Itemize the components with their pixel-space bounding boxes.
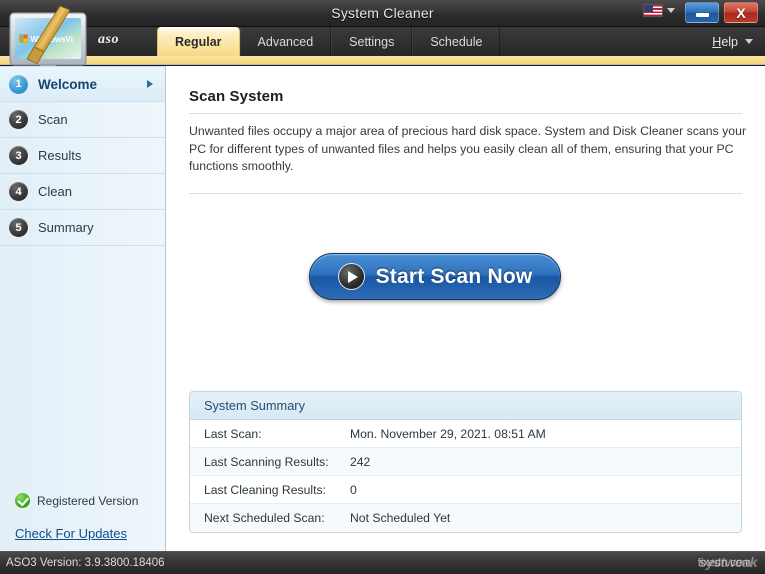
sidebar-item-summary[interactable]: 5 Summary [0, 210, 165, 246]
chevron-down-icon [745, 39, 753, 44]
minimize-button[interactable] [685, 2, 719, 23]
tab-advanced-label: Advanced [258, 35, 314, 49]
step-number-badge: 5 [9, 218, 28, 237]
registration-label: Registered Version [37, 494, 138, 508]
tab-settings-label: Settings [349, 35, 394, 49]
body-container: 1 Welcome 2 Scan 3 Results 4 Clean 5 Sum… [0, 66, 765, 551]
play-icon [338, 263, 365, 290]
sidebar-item-label: Clean [38, 184, 72, 199]
us-flag-icon [643, 4, 663, 17]
check-for-updates-link[interactable]: Check For Updates [0, 526, 166, 541]
sidebar-item-results[interactable]: 3 Results [0, 138, 165, 174]
start-scan-button-label: Start Scan Now [376, 265, 533, 289]
version-label: ASO3 Version: 3.9.3800.18406 [6, 552, 165, 574]
registration-status: Registered Version [0, 493, 166, 508]
sidebar-item-scan[interactable]: 2 Scan [0, 102, 165, 138]
help-menu-label: Help [712, 35, 738, 49]
sidebar-item-label: Welcome [38, 77, 97, 92]
status-bar: ASO3 Version: 3.9.3800.18406 systweak fi… [0, 551, 765, 574]
system-summary-panel: System Summary Last Scan: Mon. November … [189, 391, 742, 533]
language-selector[interactable] [643, 4, 675, 17]
page-title: Scan System [189, 88, 283, 105]
row-value: 242 [350, 455, 370, 469]
chevron-down-icon [667, 8, 675, 13]
sidebar-item-label: Summary [38, 220, 94, 235]
help-menu[interactable]: Help [712, 27, 753, 56]
header-bar: aso Regular Advanced Settings Schedule H… [0, 27, 765, 56]
sidebar-item-label: Results [38, 148, 81, 163]
tab-regular[interactable]: Regular [157, 27, 240, 56]
page-description: Unwanted files occupy a major area of pr… [189, 123, 747, 176]
start-scan-button[interactable]: Start Scan Now [309, 253, 561, 300]
tab-regular-label: Regular [175, 35, 222, 49]
row-label: Last Scanning Results: [190, 455, 350, 469]
row-value: Mon. November 29, 2021. 08:51 AM [350, 427, 546, 441]
tab-schedule-label: Schedule [430, 35, 482, 49]
brand-label: aso [98, 32, 119, 48]
row-label: Last Cleaning Results: [190, 483, 350, 497]
step-number-badge: 4 [9, 182, 28, 201]
chevron-right-icon [147, 80, 153, 88]
close-button[interactable]: X [724, 2, 758, 23]
row-label: Next Scheduled Scan: [190, 511, 350, 525]
main-content: Scan System Unwanted files occupy a majo… [167, 66, 765, 551]
help-accel: H [712, 35, 721, 49]
title-bar: System Cleaner X [0, 0, 765, 27]
sidebar-item-welcome[interactable]: 1 Welcome [0, 66, 165, 102]
divider-bottom [189, 193, 742, 194]
step-number-badge: 3 [9, 146, 28, 165]
application-window: System Cleaner X aso Regular Advanced [0, 0, 765, 574]
watermark-brand: systweak [699, 554, 757, 570]
help-rest: elp [721, 35, 738, 49]
watermark-domain: fixedn.com [698, 557, 751, 569]
sidebar-item-label: Scan [38, 112, 68, 127]
tab-settings[interactable]: Settings [331, 27, 412, 56]
close-icon: X [736, 6, 745, 20]
sidebar-footer: Registered Version Check For Updates [0, 493, 166, 541]
tab-bar: Regular Advanced Settings Schedule [157, 27, 500, 56]
table-row: Last Scan: Mon. November 29, 2021. 08:51… [190, 420, 741, 448]
accent-strip [0, 56, 765, 65]
table-row: Next Scheduled Scan: Not Scheduled Yet [190, 504, 741, 532]
sidebar-item-clean[interactable]: 4 Clean [0, 174, 165, 210]
step-number-badge: 1 [9, 75, 28, 94]
row-value: Not Scheduled Yet [350, 511, 450, 525]
system-summary-header: System Summary [190, 392, 741, 420]
row-label: Last Scan: [190, 427, 350, 441]
minimize-icon [696, 13, 709, 17]
table-row: Last Scanning Results: 242 [190, 448, 741, 476]
step-number-badge: 2 [9, 110, 28, 129]
sidebar: 1 Welcome 2 Scan 3 Results 4 Clean 5 Sum… [0, 66, 166, 551]
divider-top [189, 113, 742, 114]
tab-advanced[interactable]: Advanced [240, 27, 332, 56]
table-row: Last Cleaning Results: 0 [190, 476, 741, 504]
tab-schedule[interactable]: Schedule [412, 27, 500, 56]
check-circle-icon [15, 493, 30, 508]
row-value: 0 [350, 483, 357, 497]
